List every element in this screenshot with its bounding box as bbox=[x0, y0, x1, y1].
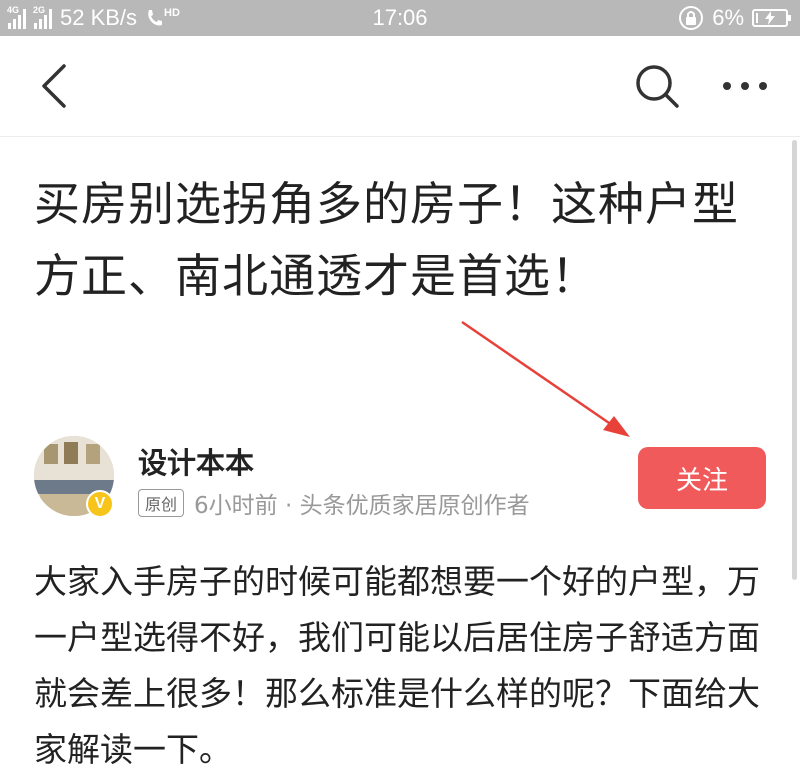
back-arrow-icon bbox=[42, 64, 66, 108]
status-bar: 4G 2G 52 KB/s HD 17:06 6% bbox=[0, 0, 800, 36]
rotation-lock-icon bbox=[679, 6, 704, 30]
battery-percent: 6% bbox=[712, 5, 744, 30]
author-meta: 原创 6小时前 · 头条优质家居原创作者 bbox=[138, 488, 530, 519]
status-right: 6% bbox=[678, 0, 791, 36]
article-title: 买房别选拐角多的房子！这种户型方正、南北通透才是首选！ bbox=[34, 177, 739, 303]
more-icon bbox=[723, 82, 767, 90]
author-name[interactable]: 设计本本 bbox=[138, 440, 254, 482]
back-button[interactable] bbox=[20, 36, 90, 136]
original-tag: 原创 bbox=[138, 489, 185, 517]
charging-bolt-icon bbox=[765, 11, 775, 25]
follow-button[interactable]: 关注 bbox=[638, 447, 766, 509]
search-icon bbox=[636, 65, 679, 108]
battery-fill bbox=[756, 13, 758, 23]
top-toolbar bbox=[0, 36, 800, 137]
scrollbar[interactable] bbox=[792, 140, 797, 580]
search-button[interactable] bbox=[622, 36, 692, 136]
more-button[interactable] bbox=[710, 36, 780, 136]
battery-icon bbox=[752, 9, 791, 27]
article-body: 大家入手房子的时候可能都想要一个好的户型，万一户型选得不好，我们可能以后居住房子… bbox=[34, 562, 760, 769]
meta-text: 6小时前 · 头条优质家居原创作者 bbox=[194, 493, 530, 519]
verified-badge-icon: V bbox=[86, 490, 114, 518]
